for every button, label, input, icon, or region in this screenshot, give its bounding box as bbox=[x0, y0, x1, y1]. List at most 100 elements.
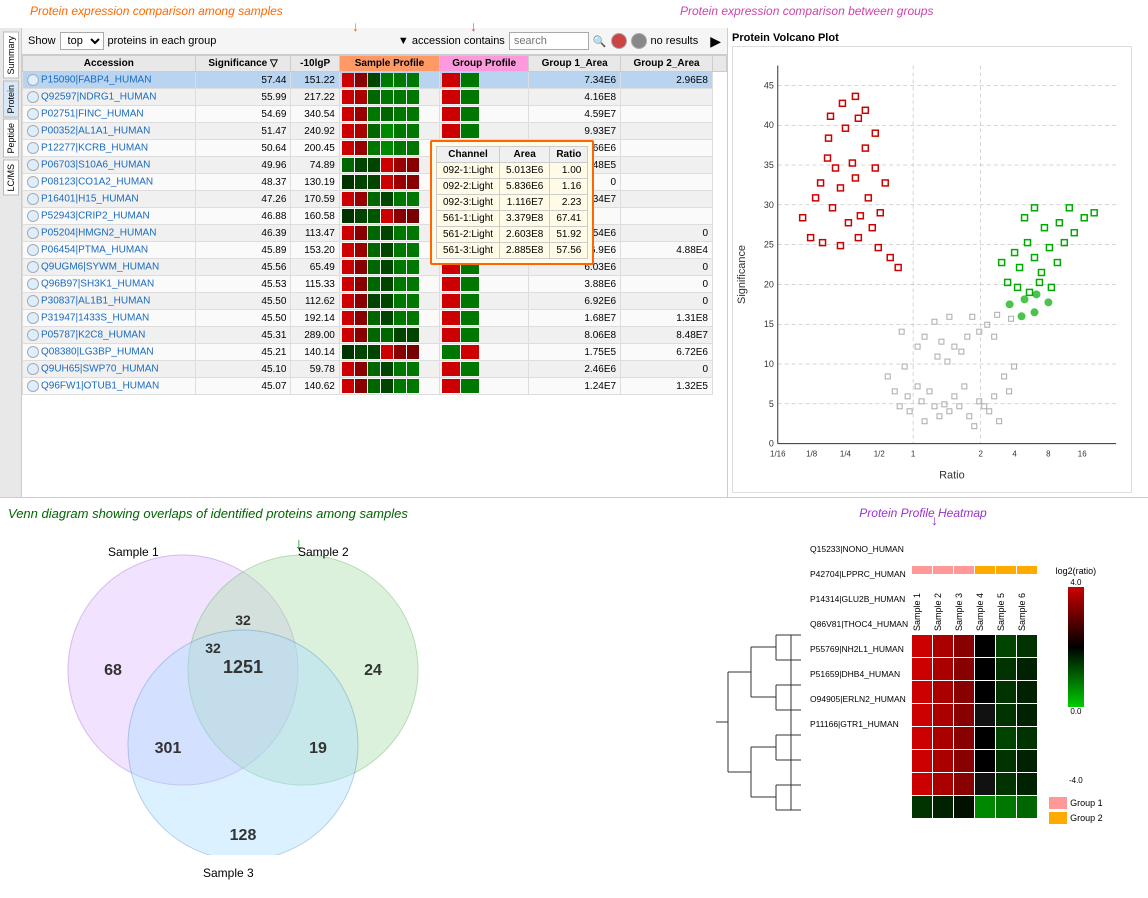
col-significance[interactable]: Significance ▽ bbox=[195, 56, 291, 72]
accession-link[interactable]: Q92597|NDRG1_HUMAN bbox=[41, 92, 156, 103]
sidebar-tab-lcms[interactable]: LC/MS bbox=[3, 160, 19, 196]
svg-text:2: 2 bbox=[979, 450, 984, 459]
sample-cell-2 bbox=[368, 311, 380, 325]
accession-link[interactable]: P31947|1433S_HUMAN bbox=[41, 313, 149, 324]
accession-link[interactable]: P05787|K2C8_HUMAN bbox=[41, 330, 145, 341]
sample-profile-cell bbox=[339, 276, 439, 293]
accession-link[interactable]: Q08380|LG3BP_HUMAN bbox=[41, 347, 154, 358]
accession-link[interactable]: P06703|S10A6_HUMAN bbox=[41, 160, 150, 171]
table-row[interactable]: P00352|AL1A1_HUMAN51.47240.929.93E7 bbox=[23, 123, 727, 140]
sidebar-tab-peptide[interactable]: Peptide bbox=[3, 119, 19, 158]
search-input[interactable] bbox=[509, 32, 589, 50]
col-group1-area[interactable]: Group 1_Area bbox=[529, 56, 621, 72]
search-icon[interactable]: 🔍 bbox=[593, 35, 607, 48]
popup-channel-cell: 092-2:Light bbox=[437, 179, 500, 195]
group1-area-cell: 7.34E6 bbox=[529, 72, 621, 89]
accession-link[interactable]: P52943|CRIP2_HUMAN bbox=[41, 211, 150, 222]
sample-cell-2 bbox=[368, 345, 380, 359]
table-row[interactable]: Q9UGM6|SYWM_HUMAN45.5665.496.03E60 bbox=[23, 259, 727, 276]
col-sample-profile[interactable]: Sample Profile bbox=[339, 56, 439, 72]
table-row[interactable]: P05204|HMGN2_HUMAN46.39113.477.54E60 bbox=[23, 225, 727, 242]
significance-cell: 47.26 bbox=[195, 191, 291, 208]
col-accession[interactable]: Accession bbox=[23, 56, 196, 72]
heatmap-cell-7-3 bbox=[975, 796, 995, 818]
sample-cell-1 bbox=[355, 124, 367, 138]
accession-link[interactable]: P00352|AL1A1_HUMAN bbox=[41, 126, 150, 137]
table-row[interactable]: P16401|H15_HUMAN47.26170.592.34E7 bbox=[23, 191, 727, 208]
sample-profile-cell bbox=[339, 259, 439, 276]
table-row[interactable]: P52943|CRIP2_HUMAN46.88160.58 bbox=[23, 208, 727, 225]
group1-area-cell: 1.75E5 bbox=[529, 344, 621, 361]
table-row[interactable]: P06454|PTMA_HUMAN45.89153.206.9E64.88E4 bbox=[23, 242, 727, 259]
popup-table: Channel Area Ratio 092-1:Light5.013E61.0… bbox=[436, 146, 588, 259]
table-row[interactable]: P06703|S10A6_HUMAN49.9674.894.48E5 bbox=[23, 157, 727, 174]
table-row[interactable]: Q9UH65|SWP70_HUMAN45.1059.782.46E60 bbox=[23, 361, 727, 378]
red-circle-btn[interactable] bbox=[611, 33, 627, 49]
gray-circle-btn[interactable] bbox=[631, 33, 647, 49]
popup-channel-cell: 092-3:Light bbox=[437, 195, 500, 211]
table-row[interactable]: P08123|CO1A2_HUMAN48.37130.190 bbox=[23, 174, 727, 191]
protein-icon bbox=[27, 295, 39, 307]
accession-link[interactable]: P15090|FABP4_HUMAN bbox=[41, 75, 151, 86]
table-row[interactable]: Q96FW1|OTUB1_HUMAN45.07140.621.24E71.32E… bbox=[23, 378, 727, 395]
popup-col-area: Area bbox=[500, 147, 550, 163]
table-row[interactable]: P31947|1433S_HUMAN45.50192.141.68E71.31E… bbox=[23, 310, 727, 327]
group1-legend-label: Group 1 bbox=[1070, 798, 1103, 808]
top-select[interactable]: top bbox=[60, 32, 104, 50]
col-group-profile[interactable]: Group Profile bbox=[440, 56, 529, 72]
svg-text:5: 5 bbox=[769, 399, 774, 409]
left-annotation: Protein expression comparison among samp… bbox=[30, 4, 283, 18]
table-row[interactable]: P15090|FABP4_HUMAN57.44151.227.34E62.96E… bbox=[23, 72, 727, 89]
sample-cell-5 bbox=[407, 294, 419, 308]
heatmap-cell-4-1 bbox=[933, 727, 953, 749]
sidebar-tab-protein[interactable]: Protein bbox=[3, 81, 19, 118]
accession-link[interactable]: P05204|HMGN2_HUMAN bbox=[41, 228, 156, 239]
table-row[interactable]: P05787|K2C8_HUMAN45.31289.008.06E88.48E7 bbox=[23, 327, 727, 344]
group1-bar-s3 bbox=[954, 566, 974, 574]
col-group2-area[interactable]: Group 2_Area bbox=[621, 56, 713, 72]
legend-title: log2(ratio) bbox=[1056, 566, 1097, 576]
accession-link[interactable]: Q9UGM6|SYWM_HUMAN bbox=[41, 262, 159, 273]
accession-link[interactable]: P06454|PTMA_HUMAN bbox=[41, 245, 148, 256]
accession-link[interactable]: P02751|FINC_HUMAN bbox=[41, 109, 144, 120]
protein-icon bbox=[27, 91, 39, 103]
table-row[interactable]: Q92597|NDRG1_HUMAN55.99217.224.16E8 bbox=[23, 89, 727, 106]
group-cell-1 bbox=[461, 328, 479, 342]
heatmap-cell-5-3 bbox=[975, 750, 995, 772]
table-row[interactable]: Q96B97|SH3K1_HUMAN45.53115.333.88E60 bbox=[23, 276, 727, 293]
table-row[interactable]: Q08380|LG3BP_HUMAN45.21140.141.75E56.72E… bbox=[23, 344, 727, 361]
accession-link[interactable]: Q9UH65|SWP70_HUMAN bbox=[41, 364, 159, 375]
protein-icon bbox=[27, 278, 39, 290]
significance-cell: 48.37 bbox=[195, 174, 291, 191]
sample-cell-5 bbox=[407, 124, 419, 138]
panel-arrow-icon[interactable]: ▶ bbox=[710, 33, 721, 50]
group-profile-cell bbox=[440, 72, 529, 89]
table-row[interactable]: P12277|KCRB_HUMAN50.64200.454.66E6 bbox=[23, 140, 727, 157]
accession-link[interactable]: P16401|H15_HUMAN bbox=[41, 194, 139, 205]
accession-link[interactable]: P12277|KCRB_HUMAN bbox=[41, 143, 148, 154]
sample-cell-0 bbox=[342, 158, 354, 172]
table-row[interactable]: P30837|AL1B1_HUMAN45.50112.626.92E60 bbox=[23, 293, 727, 310]
sample-cell-3 bbox=[381, 209, 393, 223]
heatmap-cell-0-1 bbox=[933, 635, 953, 657]
group1-area-cell: 4.16E8 bbox=[529, 89, 621, 106]
heatmap-grid bbox=[912, 635, 1037, 819]
accession-link[interactable]: P30837|AL1B1_HUMAN bbox=[41, 296, 150, 307]
sample-cell-0 bbox=[342, 243, 354, 257]
heatmap-cell-4-4 bbox=[996, 727, 1016, 749]
data-table-wrapper[interactable]: Accession Significance ▽ -10lgP Sample P… bbox=[22, 55, 727, 497]
table-row[interactable]: P02751|FINC_HUMAN54.69340.544.59E7 bbox=[23, 106, 727, 123]
popup-overlay: Channel Area Ratio 092-1:Light5.013E61.0… bbox=[430, 140, 594, 265]
col-lgp[interactable]: -10lgP bbox=[291, 56, 339, 72]
heatmap-cell-4-0 bbox=[912, 727, 932, 749]
accession-link[interactable]: P08123|CO1A2_HUMAN bbox=[41, 177, 153, 188]
group2-area-cell: 1.32E5 bbox=[621, 378, 713, 395]
sample-cell-4 bbox=[394, 209, 406, 223]
sample-cell-5 bbox=[407, 192, 419, 206]
accession-link[interactable]: Q96B97|SH3K1_HUMAN bbox=[41, 279, 154, 290]
accession-link[interactable]: Q96FW1|OTUB1_HUMAN bbox=[41, 381, 159, 392]
sample-cell-0 bbox=[342, 328, 354, 342]
sidebar-tab-summary[interactable]: Summary bbox=[3, 32, 19, 79]
heatmap-cell-2-3 bbox=[975, 681, 995, 703]
sample-cell-3 bbox=[381, 345, 393, 359]
